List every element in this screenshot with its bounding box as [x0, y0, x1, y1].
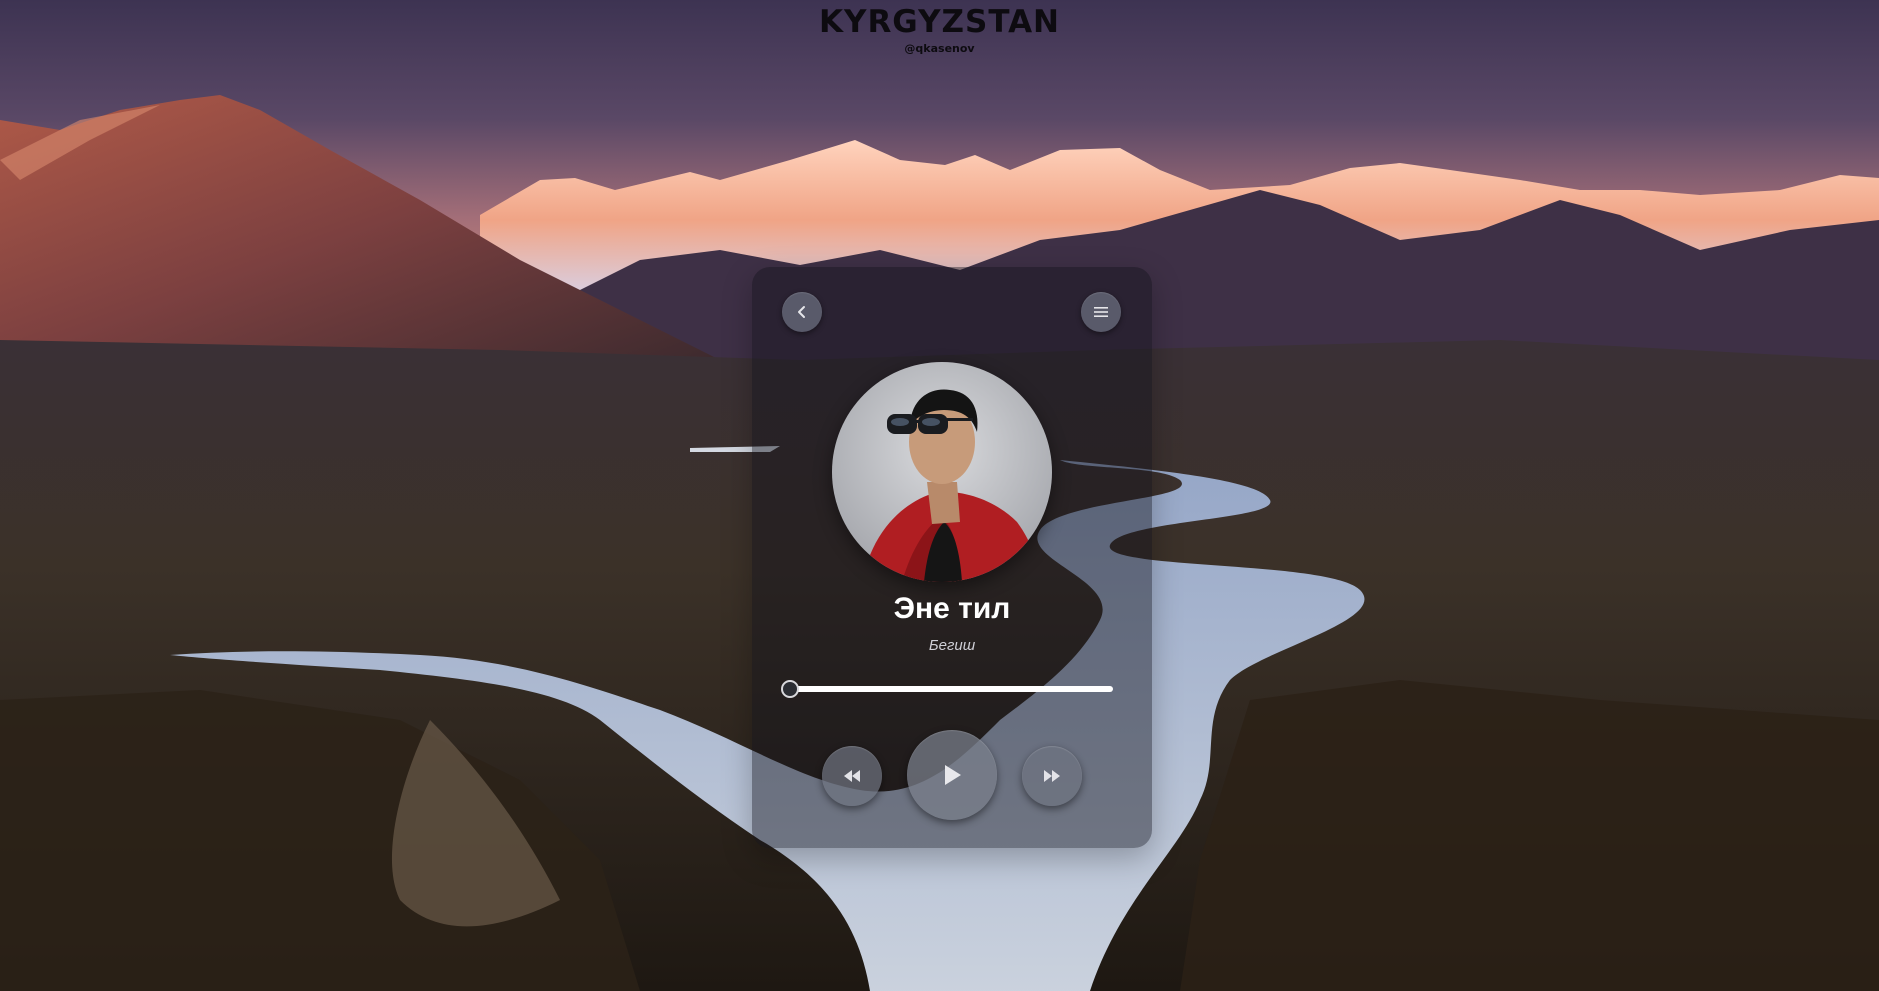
fast-forward-icon [1044, 770, 1060, 782]
play-button[interactable] [907, 730, 997, 820]
page-title: KYRGYZSTAN [818, 4, 1061, 40]
hamburger-menu-icon [1094, 307, 1108, 317]
author-handle: @qkasenov [904, 42, 975, 55]
artist-avatar [832, 362, 1052, 582]
chevron-left-icon [798, 306, 805, 318]
back-button[interactable] [782, 292, 822, 332]
music-player-card: Эне тил Бегиш [752, 267, 1152, 848]
rewind-icon [844, 770, 860, 782]
progress-thumb[interactable] [781, 680, 799, 698]
page-header: KYRGYZSTAN @qkasenov [0, 0, 1879, 55]
play-icon [945, 765, 961, 785]
next-track-button[interactable] [1022, 746, 1082, 806]
song-title: Эне тил [893, 592, 1011, 625]
progress-bar[interactable] [781, 680, 1113, 698]
previous-track-button[interactable] [822, 746, 882, 806]
song-artist: Бегиш [928, 637, 976, 654]
menu-button[interactable] [1081, 292, 1121, 332]
